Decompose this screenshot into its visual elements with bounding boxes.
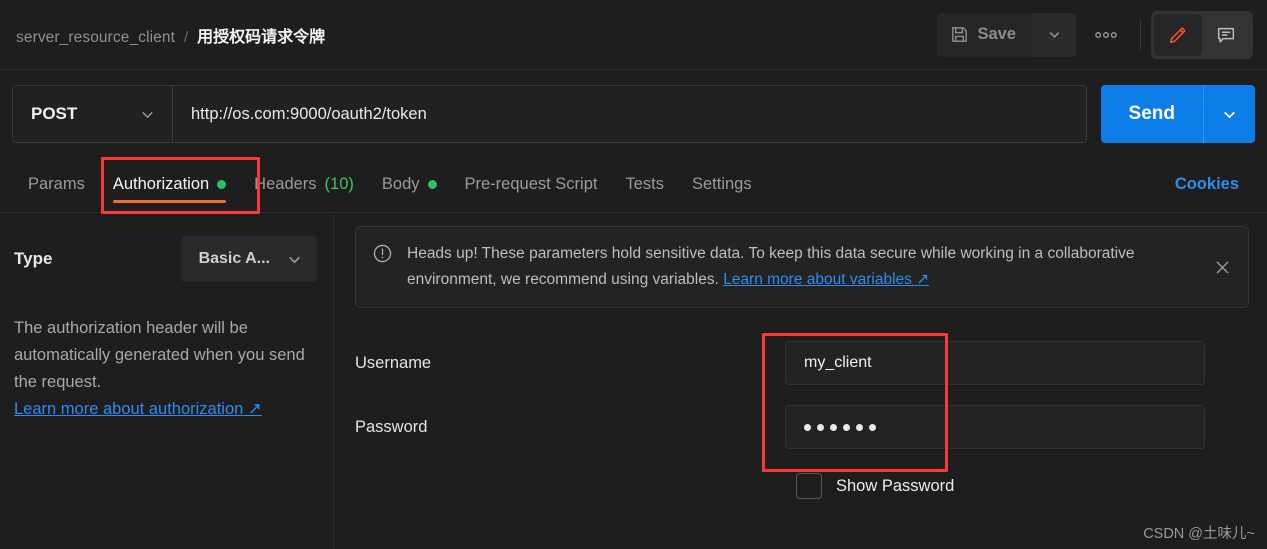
save-dropdown-button[interactable] — [1032, 12, 1076, 57]
edit-mode-button[interactable] — [1154, 13, 1202, 56]
chevron-down-icon — [1047, 27, 1062, 42]
breadcrumb-separator: / — [184, 28, 189, 46]
exclamation-circle-icon — [372, 243, 393, 264]
breadcrumb-request-name[interactable]: 用授权码请求令牌 — [197, 23, 325, 47]
breadcrumb-collection[interactable]: server_resource_client — [16, 29, 175, 47]
sensitive-data-banner: Heads up! These parameters hold sensitiv… — [355, 226, 1249, 308]
auth-type-selected-value: Basic A... — [198, 250, 270, 267]
tab-tests-label: Tests — [625, 175, 664, 193]
chevron-down-icon — [1221, 106, 1238, 123]
http-method-label: POST — [31, 104, 78, 123]
tab-body-label: Body — [381, 175, 420, 193]
learn-more-variables-label: Learn more about variables — [723, 271, 912, 288]
tab-pre-request-script[interactable]: Pre-request Script — [451, 157, 612, 213]
floppy-disk-icon — [950, 25, 969, 44]
password-row: Password — [355, 405, 1247, 449]
tab-params[interactable]: Params — [14, 157, 99, 213]
auth-description: The authorization header will be automat… — [14, 319, 305, 391]
save-button-label: Save — [977, 25, 1016, 43]
tab-params-label: Params — [28, 175, 85, 193]
tab-headers-label: Headers — [254, 175, 317, 193]
more-options-button[interactable] — [1082, 13, 1130, 57]
method-and-url-container: POST http://os.com:9000/oauth2/token — [12, 85, 1087, 143]
save-group: Save — [937, 12, 1076, 57]
username-label: Username — [355, 353, 432, 372]
tab-authorization[interactable]: Authorization — [99, 157, 240, 213]
learn-more-variables-link[interactable]: Learn more about variables ↗ — [723, 271, 929, 288]
three-dots-icon — [1095, 31, 1117, 39]
comments-button[interactable] — [1202, 14, 1250, 56]
chevron-down-icon — [286, 251, 303, 268]
watermark: CSDN @土味儿~ — [1143, 526, 1255, 542]
password-masked-value — [804, 423, 876, 431]
tab-pre-request-script-label: Pre-request Script — [464, 175, 598, 193]
chevron-down-icon — [139, 106, 156, 123]
auth-type-panel: Type Basic A... The authorization header… — [0, 214, 334, 549]
tab-body[interactable]: Body — [368, 157, 451, 213]
banner-text-container: Heads up! These parameters hold sensitiv… — [407, 241, 1197, 293]
send-button[interactable]: Send — [1101, 85, 1203, 143]
tab-authorization-label: Authorization — [112, 175, 210, 193]
tab-headers[interactable]: Headers (10) — [240, 157, 368, 213]
comment-icon — [1215, 24, 1237, 46]
banner-close-button[interactable] — [1210, 255, 1234, 279]
password-label: Password — [355, 417, 428, 436]
external-link-arrow-icon: ↗ — [916, 271, 930, 288]
auth-type-row: Type Basic A... — [14, 236, 317, 282]
username-input[interactable]: my_client — [785, 341, 1205, 385]
status-dot-icon — [427, 180, 437, 189]
save-button[interactable]: Save — [937, 12, 1032, 57]
tab-settings[interactable]: Settings — [678, 157, 766, 213]
auth-type-select[interactable]: Basic A... — [180, 236, 317, 282]
request-tabs: Params Authorization Headers (10) Body P… — [0, 157, 1267, 213]
http-method-select[interactable]: POST — [13, 86, 173, 142]
breadcrumb: server_resource_client / 用授权码请求令牌 — [0, 23, 325, 47]
external-link-arrow-icon: ↗ — [247, 400, 262, 418]
learn-more-authorization-label: Learn more about authorization — [14, 400, 244, 418]
header-actions: Save — [937, 0, 1267, 69]
top-header-bar: server_resource_client / 用授权码请求令牌 Save — [0, 0, 1267, 70]
pencil-icon — [1167, 24, 1189, 46]
show-password-checkbox[interactable] — [796, 473, 822, 499]
username-row: Username my_client — [355, 341, 1247, 385]
auth-credentials-panel: Heads up! These parameters hold sensitiv… — [335, 214, 1267, 549]
show-password-row: Show Password — [796, 473, 1247, 499]
cookies-link[interactable]: Cookies — [1175, 175, 1253, 194]
send-group: Send — [1100, 85, 1255, 143]
tab-tests[interactable]: Tests — [611, 157, 678, 213]
auth-type-label: Type — [14, 249, 53, 268]
send-dropdown-button[interactable] — [1203, 85, 1255, 143]
status-dot-icon — [217, 180, 227, 189]
password-input[interactable] — [785, 405, 1205, 449]
request-url-row: POST http://os.com:9000/oauth2/token Sen… — [0, 71, 1267, 157]
learn-more-authorization-link[interactable]: Learn more about authorization ↗ — [14, 399, 317, 419]
url-input[interactable]: http://os.com:9000/oauth2/token — [173, 86, 1086, 142]
headers-count-badge: (10) — [324, 175, 354, 193]
show-password-label: Show Password — [836, 476, 955, 495]
tab-settings-label: Settings — [691, 175, 752, 193]
header-divider — [1140, 19, 1141, 50]
view-mode-toggle-group — [1151, 10, 1253, 59]
close-x-icon — [1213, 258, 1232, 277]
